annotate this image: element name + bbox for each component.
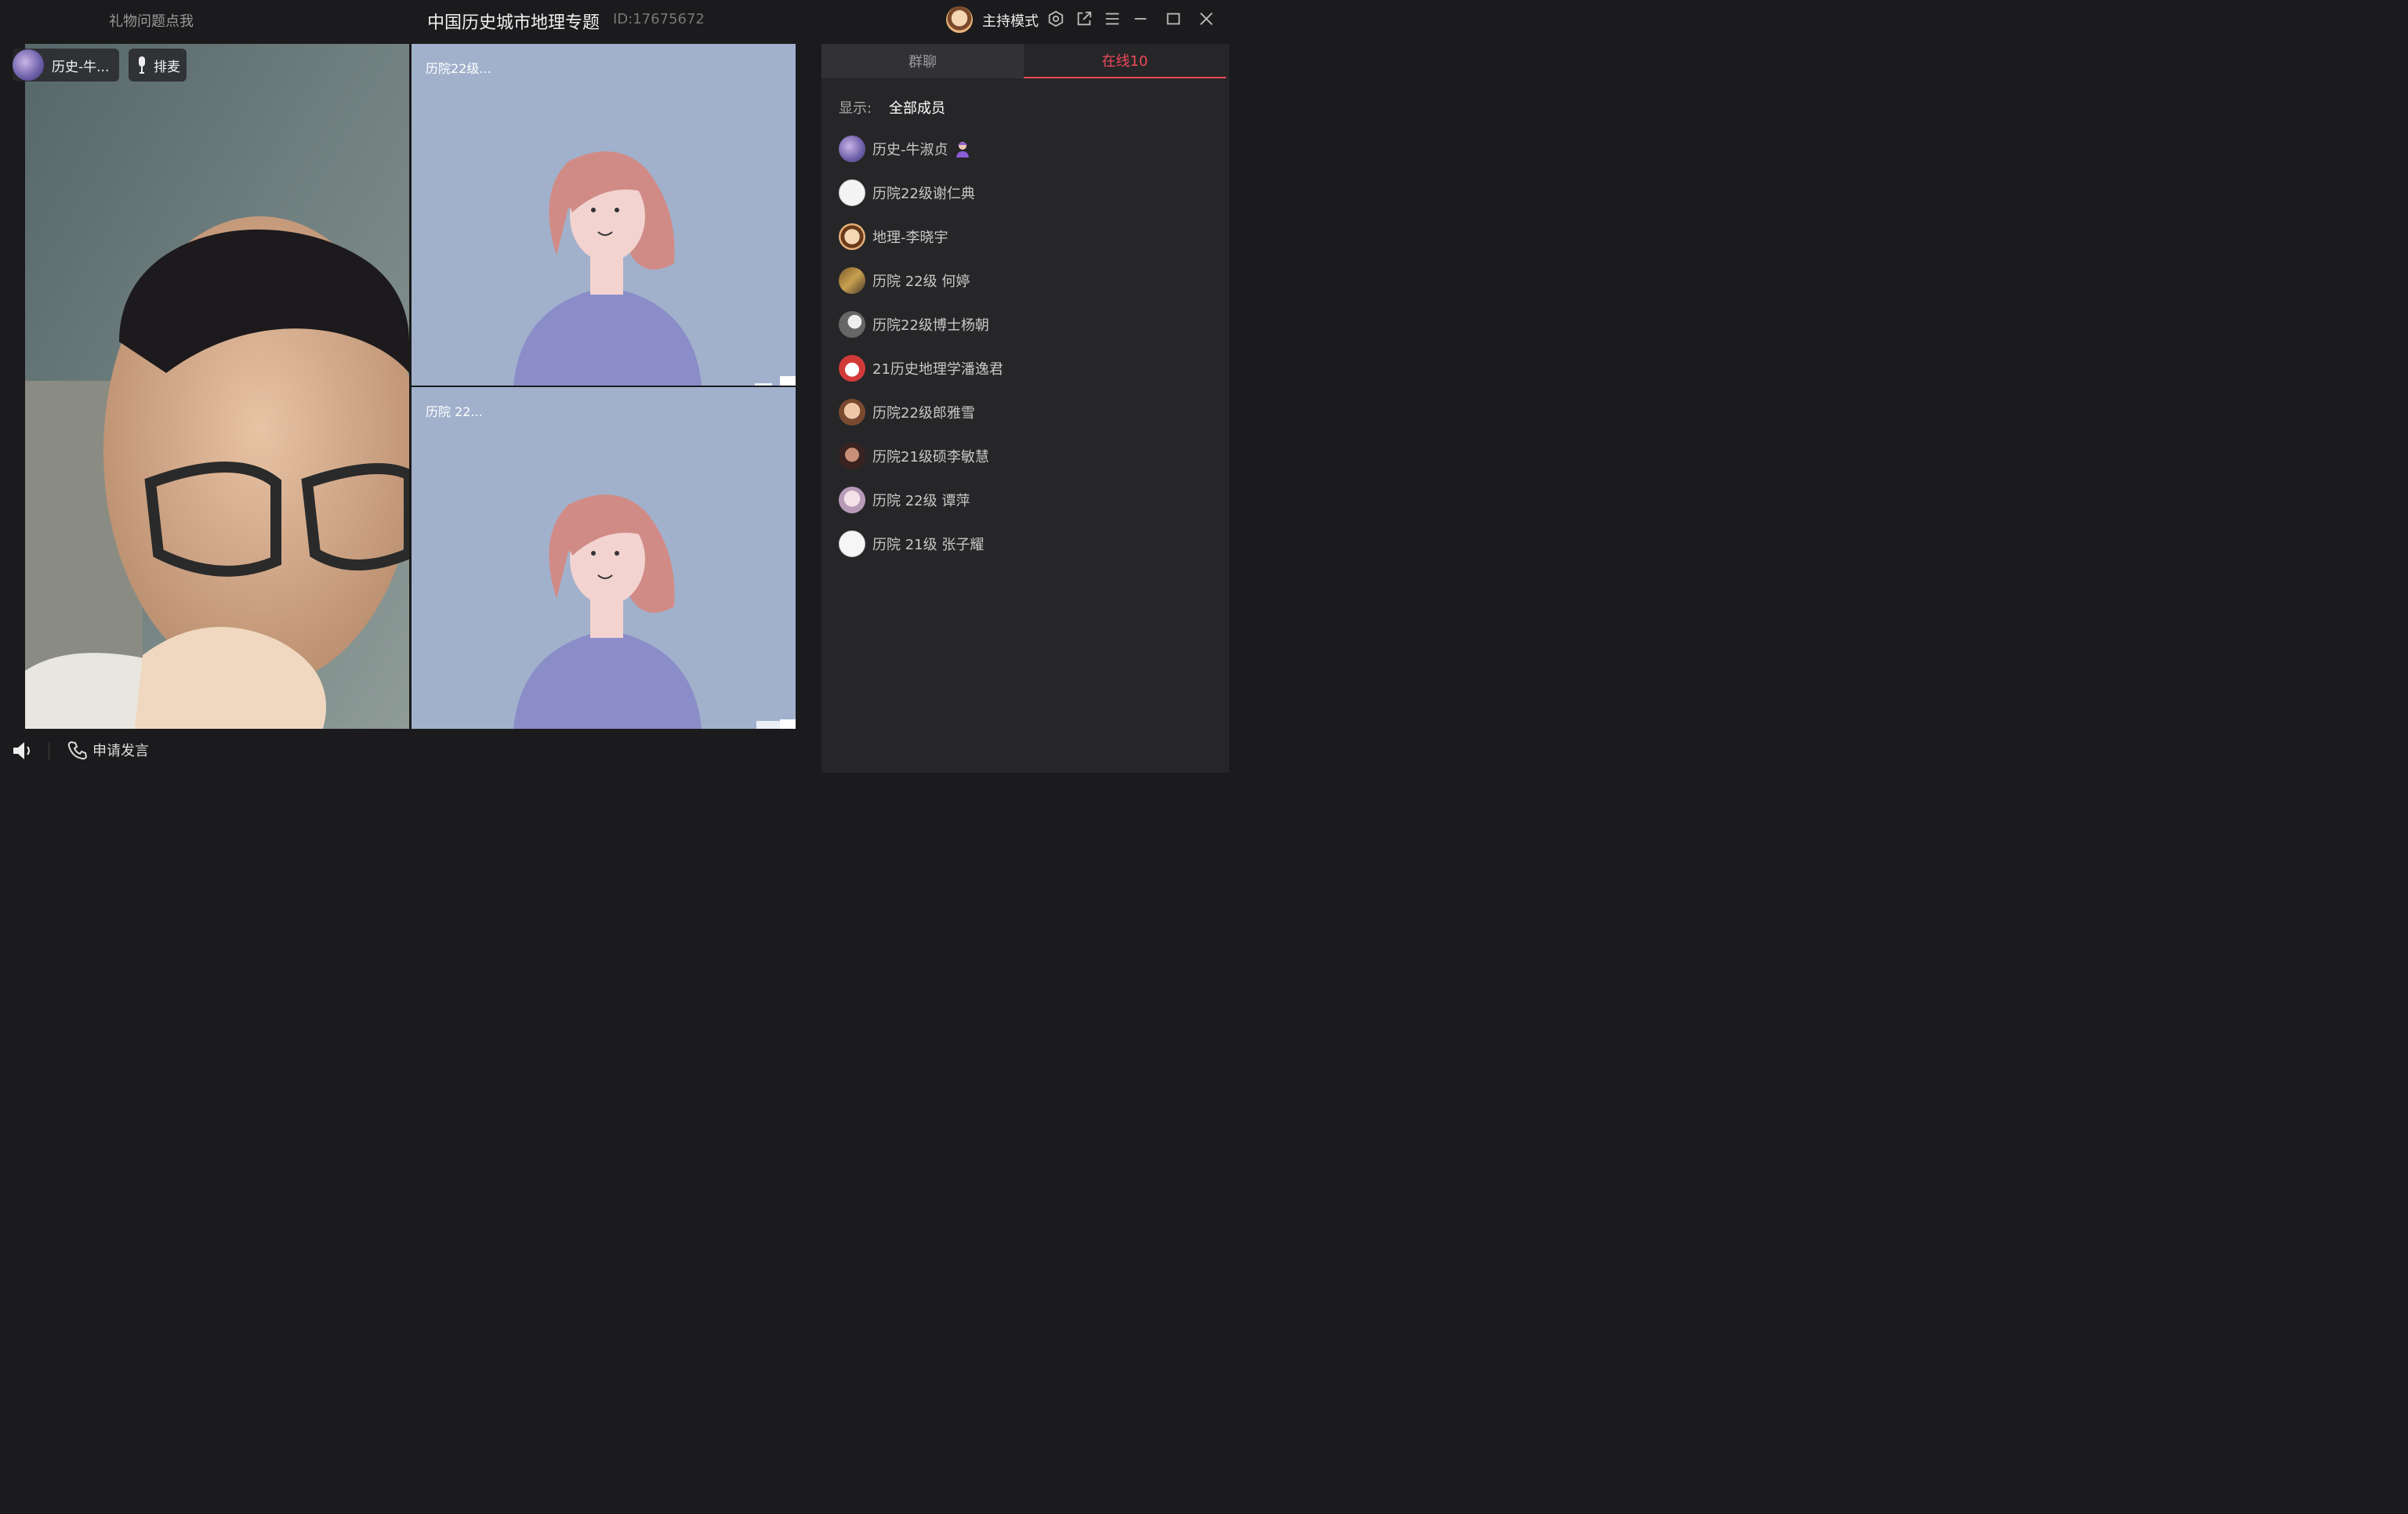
member-item[interactable]: 历院22级谢仁典 (839, 177, 975, 208)
filter-dropdown[interactable]: 全部成员 (889, 97, 945, 118)
gift-help-link[interactable]: 礼物问题点我 (109, 10, 194, 31)
mic-icon (139, 56, 145, 74)
queue-mic-label: 排麦 (154, 59, 180, 75)
member-avatar (839, 399, 865, 426)
member-name: 21历史地理学潘逸君 (872, 361, 1003, 378)
settings-icon[interactable] (1045, 8, 1067, 30)
host-avatar[interactable] (946, 6, 973, 33)
title-bar: 礼物问题点我 中国历史城市地理专题 ID:17675672 主持模式 (0, 0, 1229, 39)
participant-tile[interactable]: 历院 22... (412, 387, 796, 729)
member-avatar (839, 355, 865, 382)
tile-name-label: 历院 22... (426, 404, 483, 419)
member-avatar (839, 136, 865, 162)
member-avatar (839, 531, 865, 557)
member-name: 地理-李晓宇 (872, 230, 948, 246)
member-item[interactable]: 历院 22级 谭萍 (839, 484, 970, 516)
member-name: 历院 21级 张子耀 (872, 537, 985, 553)
member-name: 历院22级博士杨朝 (872, 317, 989, 334)
member-avatar (839, 443, 865, 469)
room-title: 中国历史城市地理专题 (427, 13, 600, 33)
member-avatar (839, 267, 865, 294)
bottom-toolbar: 申请发言 (0, 729, 821, 773)
member-name: 历院 22级 谭萍 (872, 493, 970, 509)
member-name: 历院22级郎雅雪 (872, 405, 975, 422)
queue-mic-button[interactable]: 排麦 (129, 49, 187, 81)
main-video-feed[interactable] (25, 44, 409, 729)
member-item[interactable]: 21历史地理学潘逸君 (839, 353, 1003, 384)
filter-label: 显示: (839, 100, 872, 117)
close-icon[interactable] (1195, 8, 1217, 30)
member-avatar (839, 179, 865, 206)
menu-icon[interactable] (1101, 8, 1123, 30)
popout-icon[interactable] (1073, 8, 1095, 30)
member-item[interactable]: 历院 22级 何婷 (839, 265, 970, 296)
panel-tabs: 群聊 在线10 (821, 44, 1226, 78)
member-avatar (839, 487, 865, 513)
member-panel: 群聊 在线10 显示: 全部成员 历史-牛淑贞 历院22级谢仁典 地理-李晓宇 … (821, 44, 1229, 773)
speaker-icon[interactable] (11, 740, 34, 762)
speaker-avatar (13, 49, 44, 81)
apply-speak-button[interactable]: 申请发言 (67, 740, 149, 760)
tile-corner-indicator (780, 376, 796, 386)
member-item[interactable]: 历院22级郎雅雪 (839, 397, 975, 428)
member-item[interactable]: 历院21级硕李敏慧 (839, 440, 989, 472)
member-name: 历院 22级 何婷 (872, 273, 970, 290)
member-avatar (839, 223, 865, 250)
tile-corner-indicator (780, 719, 796, 729)
video-area: 历院22级... 历院 22... (0, 44, 821, 729)
member-item[interactable]: 地理-李晓宇 (839, 221, 948, 252)
minimize-icon[interactable] (1130, 8, 1151, 30)
tab-group-chat[interactable]: 群聊 (821, 44, 1024, 78)
speaker-name: 历史-牛... (52, 59, 110, 75)
member-name: 历院22级谢仁典 (872, 186, 975, 202)
host-badge-icon (956, 142, 969, 158)
phone-icon (67, 741, 88, 760)
tile-name-label: 历院22级... (426, 61, 491, 76)
maximize-icon[interactable] (1162, 8, 1184, 30)
tab-online[interactable]: 在线10 (1024, 44, 1226, 78)
host-mode-button[interactable]: 主持模式 (982, 10, 1039, 31)
tile-corner-indicator (756, 721, 780, 729)
member-item[interactable]: 历院 21级 张子耀 (839, 528, 984, 560)
tile-corner-indicator (755, 383, 772, 386)
participant-tile[interactable]: 历院22级... (412, 44, 796, 386)
member-name: 历史-牛淑贞 (872, 142, 948, 158)
member-avatar (839, 311, 865, 338)
member-name: 历院21级硕李敏慧 (872, 449, 989, 465)
member-item[interactable]: 历史-牛淑贞 (839, 133, 970, 165)
speaker-name-pill[interactable]: 历史-牛... (13, 49, 119, 81)
room-id: ID:17675672 (613, 11, 705, 27)
apply-speak-label: 申请发言 (92, 743, 149, 759)
member-item[interactable]: 历院22级博士杨朝 (839, 309, 989, 340)
